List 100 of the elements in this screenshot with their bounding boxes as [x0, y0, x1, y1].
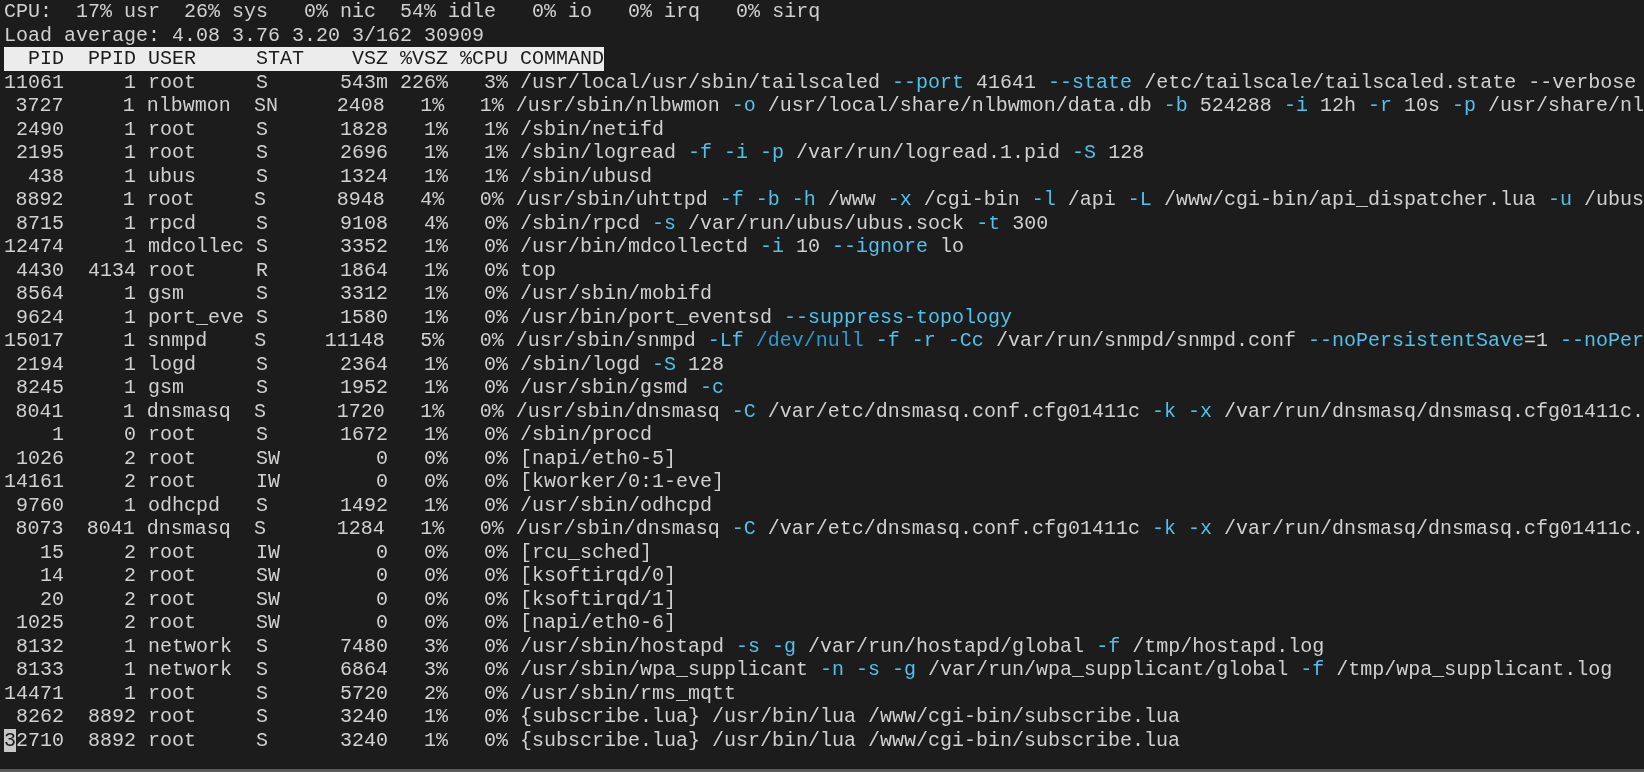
user-text: root — [148, 141, 196, 164]
ppid-text: 1 — [124, 235, 136, 258]
ppid-text: 1 — [122, 94, 135, 117]
ppid-text: 1 — [124, 634, 136, 658]
vsz-text: 3240 — [340, 705, 388, 728]
vsz-percent-text: 0% — [424, 564, 448, 587]
stat-text: S — [256, 235, 269, 258]
stat-text: S — [256, 70, 269, 94]
vsz-text: 1324 — [340, 164, 388, 188]
ppid-text: 8892 — [88, 705, 136, 728]
stat-text: S — [256, 658, 269, 681]
command-text: /usr/sbin/uhttpd -f -b -h /www -x /cgi-bin -l /api -L /www/cgi-bin/api_dispatcher.lua -u /ubus — [515, 188, 1644, 212]
pid-text: 8715 — [16, 211, 64, 235]
ppid-text: 1 — [124, 352, 136, 376]
cpu-percent-text: 0% — [479, 399, 504, 423]
command-text: top — [520, 258, 557, 282]
user-text: root — [148, 258, 196, 282]
cpu-percent-text: 0% — [484, 446, 508, 470]
ppid-text: 1 — [123, 329, 136, 352]
vsz-percent-text: 1% — [424, 117, 448, 141]
user-text: gsm — [148, 282, 184, 305]
command-text: /usr/sbin/rms_mqtt — [520, 681, 737, 705]
cpu-percent-text: 1% — [479, 94, 504, 117]
user-text: gsm — [148, 376, 184, 399]
vsz-percent-text: 4% — [424, 211, 448, 235]
user-text: root — [148, 728, 196, 752]
ppid-text: 1 — [124, 164, 136, 188]
stat-text: R — [256, 258, 269, 282]
cpu-percent-text: 0% — [484, 235, 508, 258]
vsz-percent-text: 1% — [424, 728, 448, 752]
ppid-text: 1 — [124, 141, 136, 164]
vsz-percent-text: 3% — [424, 634, 448, 658]
vsz-percent-text: 1% — [424, 258, 448, 282]
user-column-header: USER — [148, 47, 196, 70]
pid-text: 9760 — [16, 493, 64, 517]
vsz-percent-text: 2% — [424, 681, 448, 705]
command-column-header: COMMAND — [520, 47, 605, 70]
stat-text: S — [253, 517, 266, 540]
pid-text: 14 — [40, 564, 64, 587]
vsz-percent-text: 0% — [424, 470, 448, 493]
vsz-percent-text: 5% — [420, 329, 445, 352]
vsz-percent-column-header: %VSZ — [400, 47, 449, 70]
vsz-percent-text: 1% — [424, 235, 448, 258]
vsz-text: 0 — [376, 540, 388, 564]
pid-text: 20 — [40, 587, 64, 611]
command-text: /usr/sbin/dnsmasq -C /var/etc/dnsmasq.conf.cfg01411c -k -x /var/run/dnsmasq/dnsmasq.cfg01411c. — [515, 399, 1644, 423]
cpu-percent-text: 0% — [484, 352, 508, 376]
pid-text: 8132 — [16, 634, 64, 658]
pid-text: 15 — [40, 540, 64, 564]
stat-text: S — [256, 376, 269, 399]
load-average-text: Load average: 4.08 3.76 3.20 3/162 30909 — [4, 23, 485, 47]
command-text: {subscribe.lua} /usr/bin/lua /www/cgi-bin/subscribe.lua — [520, 728, 1181, 752]
vsz-percent-text: 1% — [424, 352, 448, 376]
pid-text: 8892 — [15, 188, 64, 211]
user-text: port_eve — [148, 305, 244, 329]
vsz-percent-text: 1% — [424, 376, 448, 399]
user-text: mdcollec — [148, 235, 244, 258]
stat-text: S — [253, 188, 266, 211]
vsz-text: 1580 — [340, 305, 388, 329]
cpu-percent-text: 0% — [484, 611, 508, 634]
stat-text: S — [256, 705, 269, 728]
command-text: /usr/sbin/wpa_supplicant -n -s -g /var/run/wpa_supplicant/global -f /tmp/wpa_supplicant.log — [520, 658, 1613, 682]
cpu-percent-text: 0% — [484, 587, 508, 611]
ppid-text: 1 — [122, 399, 135, 423]
cpu-percent-text: 0% — [484, 282, 508, 305]
pid-text: 14161 — [4, 470, 64, 493]
pid-text: 8564 — [16, 282, 64, 305]
command-text: [rcu_sched] — [520, 540, 653, 564]
ppid-column-header: PPID — [88, 47, 136, 70]
pid-text: 2195 — [16, 141, 64, 164]
cpu-percent-text: 0% — [484, 634, 508, 658]
cpu-percent-text: 0% — [484, 376, 508, 399]
vsz-text: 0 — [376, 587, 388, 611]
command-text: /sbin/ubusd — [520, 164, 653, 188]
ppid-text: 8892 — [88, 728, 136, 752]
ppid-text: 2 — [124, 446, 136, 470]
command-text: /usr/sbin/nlbwmon -o /usr/local/share/nlbwmon/data.db -b 524288 -i 12h -r 10s -p /usr/share/nl — [515, 94, 1644, 118]
vsz-text: 0 — [376, 564, 388, 587]
pid-text: 1025 — [16, 611, 64, 634]
pid-text: 8041 — [15, 399, 64, 423]
ppid-text: 1 — [122, 188, 135, 211]
user-text: odhcpd — [148, 493, 220, 517]
ppid-text: 1 — [124, 305, 136, 329]
ppid-text: 2 — [124, 564, 136, 587]
ppid-text: 1 — [124, 211, 136, 235]
ppid-text: 1 — [124, 282, 136, 305]
vsz-text: 3352 — [340, 235, 388, 258]
user-text: root — [146, 188, 195, 211]
stat-text: S — [256, 117, 269, 141]
user-text: ubus — [148, 164, 196, 188]
user-text: logd — [148, 352, 196, 376]
vsz-percent-text: 1% — [424, 305, 448, 329]
vsz-text: 1720 — [336, 399, 385, 423]
user-text: dnsmasq — [146, 517, 231, 540]
vsz-text: 2408 — [336, 94, 385, 117]
vsz-percent-text: 0% — [424, 587, 448, 611]
vsz-percent-text: 1% — [424, 705, 448, 728]
command-text: /usr/sbin/dnsmasq -C /var/etc/dnsmasq.conf.cfg01411c -k -x /var/run/dnsmasq/dnsmasq.cfg01411c. — [515, 517, 1644, 541]
stat-text: S — [256, 352, 269, 376]
vsz-text: 1828 — [340, 117, 388, 141]
